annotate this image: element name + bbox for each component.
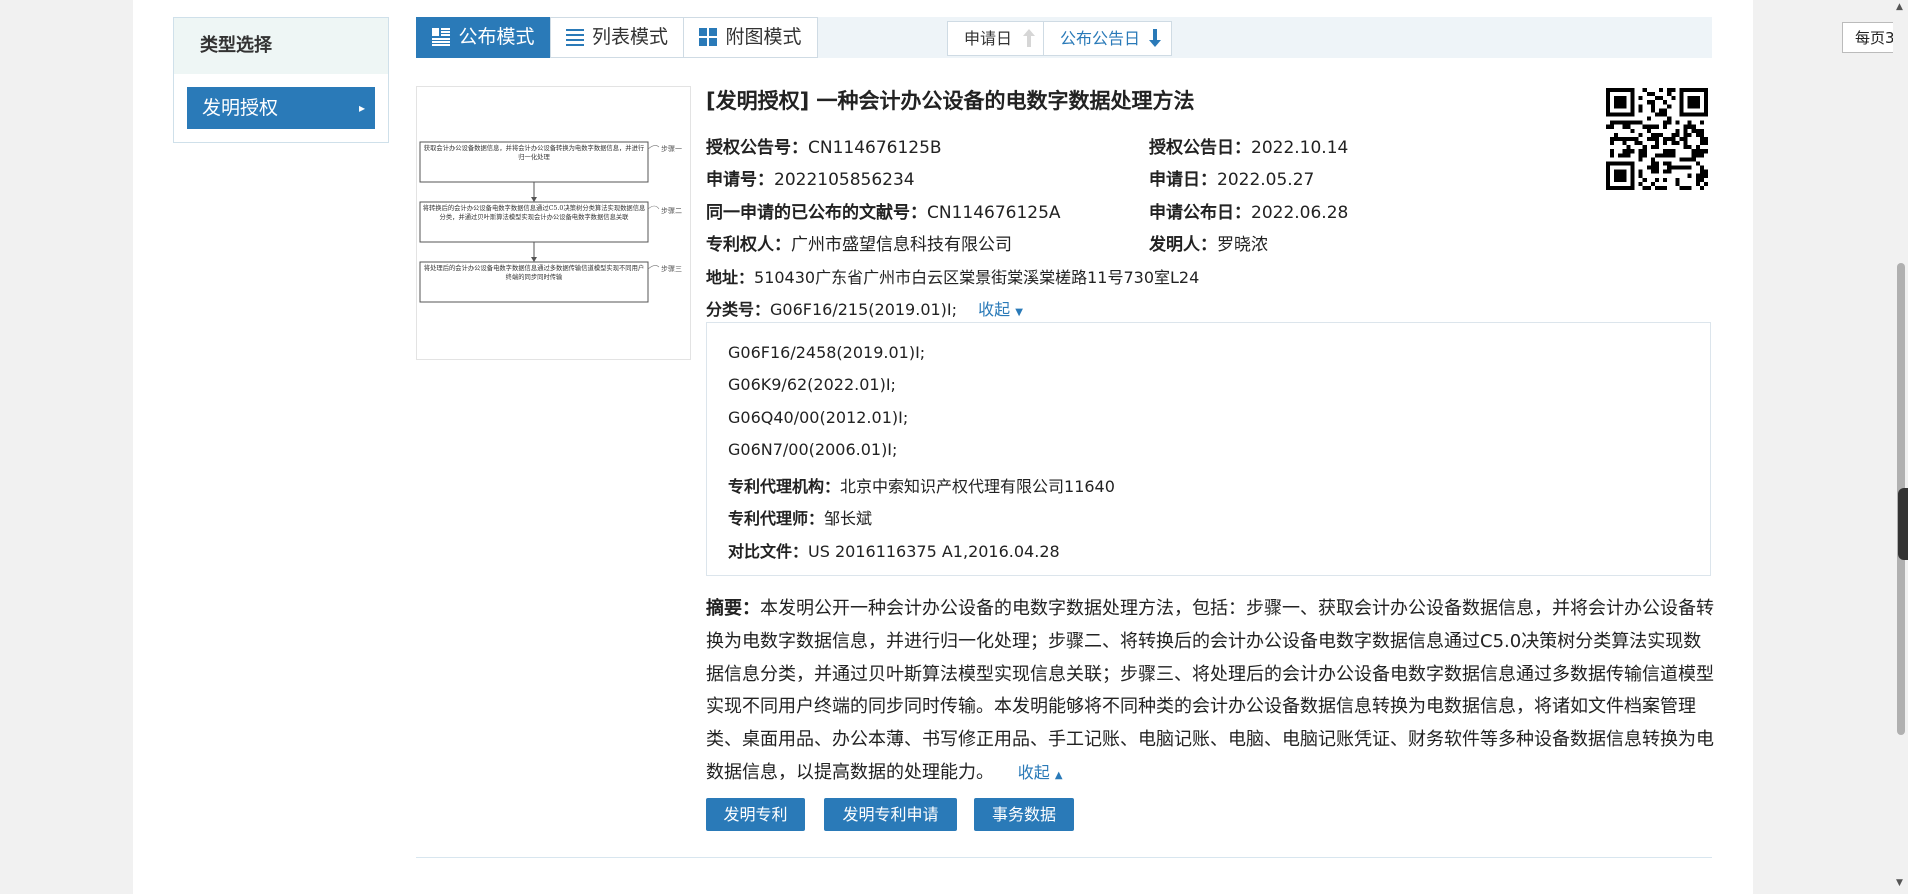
classification-details: G06F16/2458(2019.01)I; G06K9/62(2022.01)…: [706, 322, 1711, 576]
flow-box-2: 将转换后的会计办公设备电数字数据信息通过C5.0决策树分类算法实现数据信息分类，…: [422, 205, 646, 221]
collapse-abstract-link[interactable]: 收起 ▲: [1018, 763, 1063, 782]
abstract-label: 摘要：: [706, 598, 760, 619]
sort-group: 申请日 公布公告日: [947, 21, 1172, 56]
abstract-text: 本发明公开一种会计办公设备的电数字数据处理方法，包括：步骤一、获取会计办公设备数…: [706, 598, 1714, 783]
classification-code: G06K9/62(2022.01)I;: [728, 375, 896, 394]
tab-publication-mode[interactable]: 公布模式: [416, 17, 551, 58]
classification-code: G06F16/2458(2019.01)I;: [728, 343, 926, 362]
step-label-3: 步骤三: [661, 264, 682, 273]
agent-field: 专利代理师：邹长斌: [728, 509, 873, 528]
address-field: 地址：510430广东省广州市白云区棠景街棠溪棠槎路11号730室L24: [706, 268, 1200, 287]
abstract: 摘要：本发明公开一种会计办公设备的电数字数据处理方法，包括：步骤一、获取会计办公…: [706, 593, 1716, 793]
classification-code: G06N7/00(2006.01)I;: [728, 440, 898, 459]
tab-label: 附图模式: [725, 26, 802, 48]
flowchart-figure: 获取会计办公设备数据信息，并将会计办公设备转换为电数字数据信息，并进行归一化处理…: [419, 141, 682, 303]
application-number-field: 申请号：2022105856234: [706, 170, 915, 190]
agency-field: 专利代理机构：北京中索知识产权代理有限公司11640: [728, 477, 1115, 496]
patent-owner-field: 专利权人：广州市盛望信息科技有限公司: [706, 235, 1012, 255]
caret-up-icon: ▲: [1054, 769, 1063, 781]
sort-label: 申请日: [964, 29, 1013, 48]
sidebar-item-label: 发明授权: [202, 97, 279, 119]
vertical-scrollbar[interactable]: ▲ ▼: [1893, 0, 1908, 894]
flow-box-3: 将处理后的会计办公设备电数字数据信息通过多数据传输信道模型实现不同用户终端的同步…: [423, 265, 645, 281]
transaction-data-button[interactable]: 事务数据: [974, 798, 1074, 831]
collapse-classification-link[interactable]: 收起 ▼: [978, 300, 1023, 319]
divider: [416, 857, 1712, 858]
page-container: 类型选择 发明授权 ▸ 公布模式 列表模式 附图模式 申请日 公布公告日 每页3…: [133, 0, 1908, 894]
patent-figure-thumbnail[interactable]: 获取会计办公设备数据信息，并将会计办公设备转换为电数字数据信息，并进行归一化处理…: [416, 86, 691, 360]
grant-number-field: 授权公告号：CN114676125B: [706, 138, 942, 158]
scroll-down-icon[interactable]: ▼: [1896, 878, 1903, 888]
caret-down-icon: ▼: [1015, 307, 1023, 318]
same-application-field: 同一申请的已公布的文献号：CN114676125A: [706, 203, 1061, 223]
inventor-field: 发明人：罗晓浓: [1149, 235, 1268, 255]
type-filter-panel: 类型选择 发明授权 ▸: [173, 17, 389, 143]
step-label-1: 步骤一: [661, 144, 682, 153]
grant-date-field: 授权公告日：2022.10.14: [1149, 138, 1349, 158]
chevron-right-icon: ▸: [358, 101, 365, 115]
tab-label: 公布模式: [458, 26, 535, 48]
sort-by-application-date[interactable]: 申请日: [948, 22, 1044, 55]
tab-figure-mode[interactable]: 附图模式: [683, 17, 818, 58]
flow-box-1: 获取会计办公设备数据信息，并将会计办公设备转换为电数字数据信息，并进行归一化处理: [423, 145, 645, 161]
grid-icon: [699, 28, 718, 46]
comparison-document-field: 对比文件：US 2016116375 A1,2016.04.28: [728, 542, 1060, 561]
classification-code: G06Q40/00(2012.01)I;: [728, 408, 909, 427]
scroll-up-icon[interactable]: ▲: [1896, 2, 1903, 12]
invention-application-button[interactable]: 发明专利申请: [824, 798, 957, 831]
qr-code-icon: [1606, 88, 1708, 190]
arrow-up-icon: [1023, 29, 1036, 47]
sidebar-item-invention-grant[interactable]: 发明授权 ▸: [187, 87, 375, 129]
list-mode-icon: [565, 29, 584, 46]
arrow-down-icon: [1149, 29, 1162, 47]
invention-patent-button[interactable]: 发明专利: [706, 798, 805, 831]
step-label-2: 步骤二: [661, 206, 682, 215]
tab-label: 列表模式: [591, 26, 668, 48]
application-publication-date-field: 申请公布日：2022.06.28: [1149, 203, 1349, 223]
classification-field: 分类号：G06F16/215(2019.01)I; 收起 ▼: [706, 300, 1023, 319]
patent-title[interactable]: [发明授权] 一种会计办公设备的电数字数据处理方法: [706, 85, 1195, 115]
tab-list-mode[interactable]: 列表模式: [550, 17, 684, 58]
application-date-field: 申请日：2022.05.27: [1149, 170, 1315, 190]
sort-label: 公布公告日: [1060, 29, 1141, 48]
side-widget-tab[interactable]: [1898, 488, 1908, 560]
sort-by-publication-date[interactable]: 公布公告日: [1044, 22, 1171, 55]
type-filter-title: 类型选择: [174, 18, 388, 74]
publication-mode-icon: [432, 28, 451, 46]
view-toolbar: 公布模式 列表模式 附图模式 申请日 公布公告日 每页3条 ⌄: [416, 17, 1908, 58]
